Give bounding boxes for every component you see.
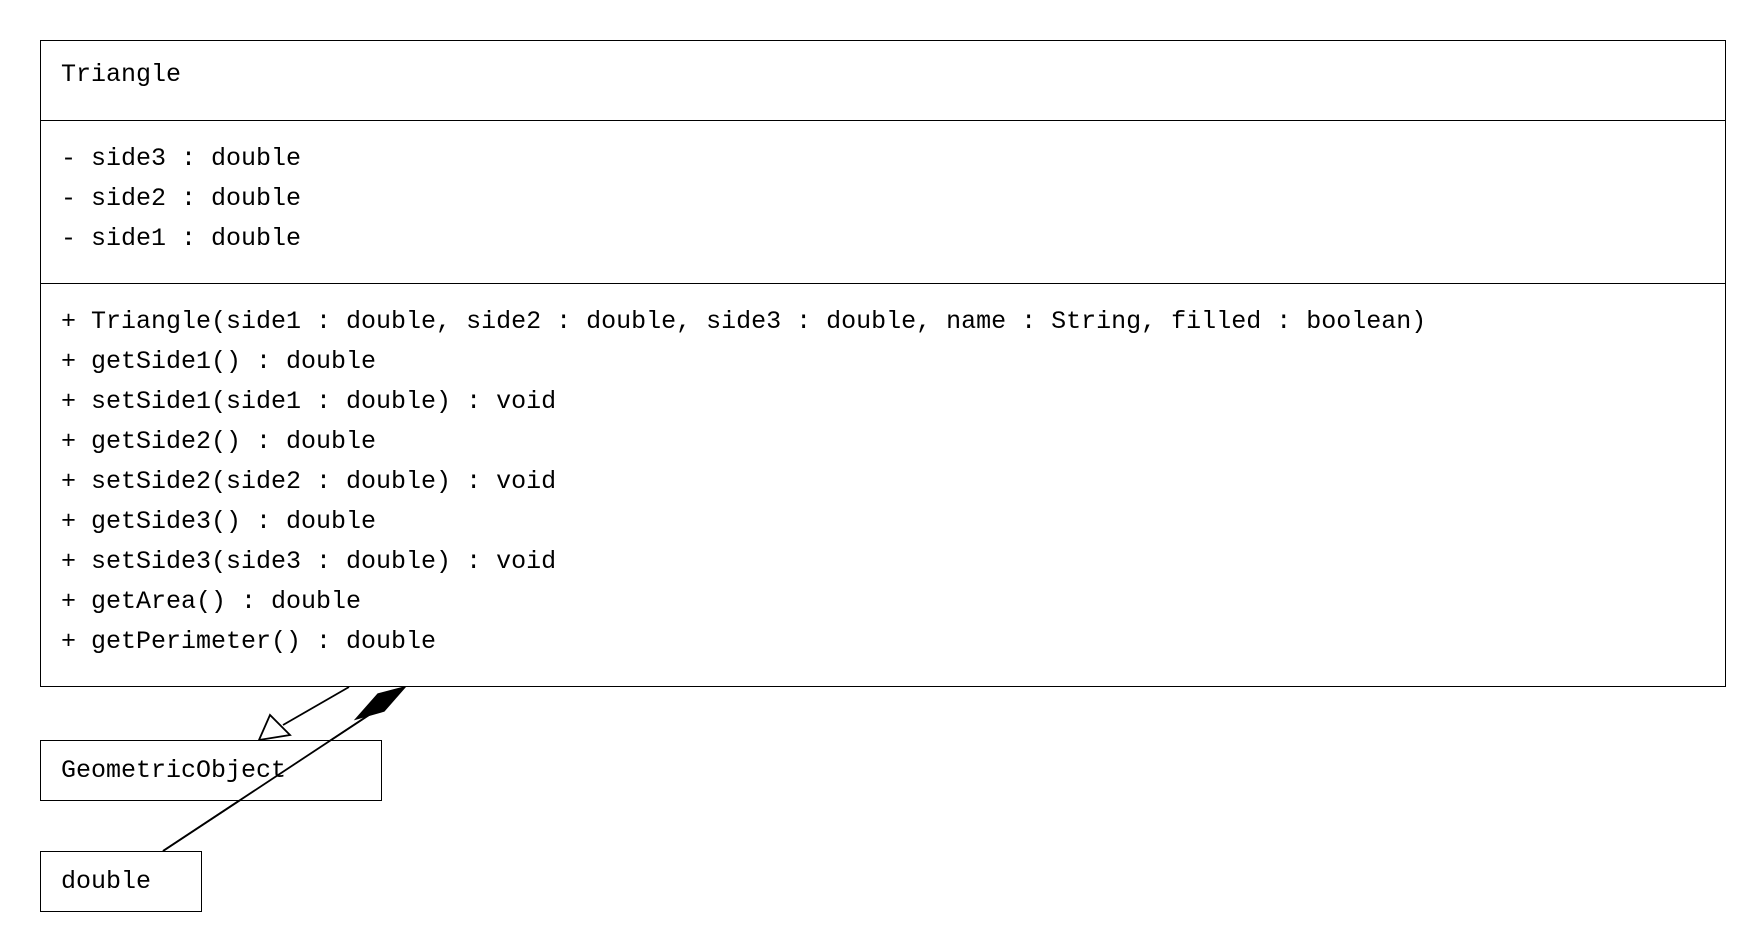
operation-get-perimeter: + getPerimeter() : double	[61, 627, 437, 656]
operation-get-area: + getArea() : double	[61, 587, 362, 616]
operation-get-side3: + getSide3() : double	[61, 507, 377, 536]
attribute-side2: - side2 : double	[61, 184, 302, 213]
generalization-line	[282, 686, 350, 726]
class-box-geometric-object[interactable]: GeometricObject	[40, 740, 382, 801]
operation-set-side3: + setSide3(side3 : double) : void	[61, 547, 557, 576]
attributes-compartment: - side3 : double - side2 : double - side…	[41, 121, 1725, 284]
operation-get-side2: + getSide2() : double	[61, 427, 377, 456]
generalization-arrowhead	[257, 713, 292, 742]
operation-set-side2: + setSide2(side2 : double) : void	[61, 467, 557, 496]
operations-compartment: + Triangle(side1 : double, side2 : doubl…	[41, 284, 1725, 662]
attribute-side1: - side1 : double	[61, 224, 302, 253]
operation-constructor: + Triangle(side1 : double, side2 : doubl…	[61, 307, 1427, 336]
class-box-double[interactable]: double	[40, 851, 202, 912]
operation-get-side1: + getSide1() : double	[61, 347, 377, 376]
class-name-geometric-object: GeometricObject	[61, 756, 287, 785]
operation-set-side1: + setSide1(side1 : double) : void	[61, 387, 557, 416]
class-name-triangle: Triangle	[61, 60, 182, 89]
class-box-triangle[interactable]: Triangle - side3 : double - side2 : doub…	[40, 40, 1726, 687]
class-name-compartment: Triangle	[41, 41, 1725, 121]
attribute-side3: - side3 : double	[61, 144, 302, 173]
composition-diamond	[353, 685, 408, 721]
class-name-double: double	[61, 867, 152, 896]
